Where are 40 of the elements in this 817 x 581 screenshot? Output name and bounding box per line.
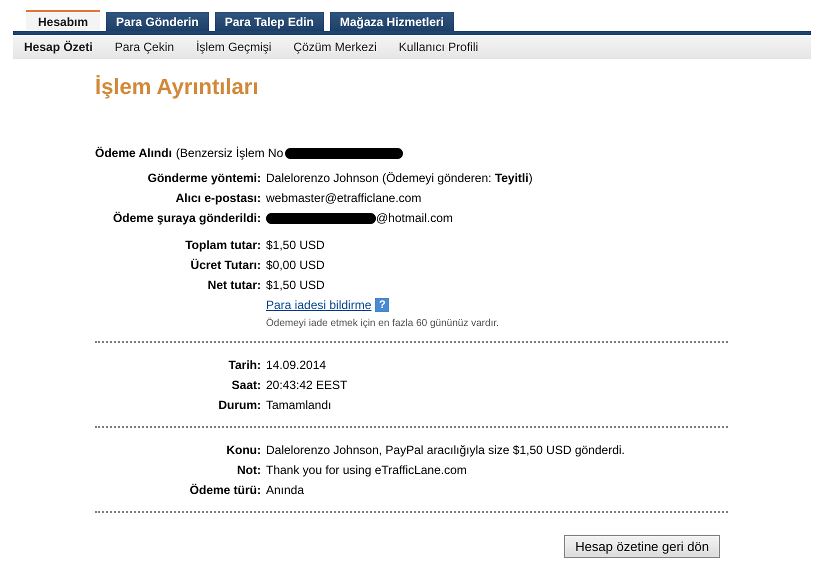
nav-tab[interactable]: Mağaza Hizmetleri [330,12,454,31]
field-value: Dalelorenzo Johnson, PayPal aracılığıyla size $1,50 USD gönderdi. [266,442,625,459]
field-label: Net tutar: [206,277,262,294]
field-value: Dalelorenzo Johnson (Ödemeyi gönderen: Teyitli) [266,170,533,187]
subnav-link[interactable]: Para Çekin [104,40,186,54]
subnav-link[interactable]: İşlem Geçmişi [185,40,282,54]
nav-tab[interactable]: Hesabım [26,10,100,31]
help-icon[interactable]: ? [375,298,390,312]
field-value: 20:43:42 EEST [266,377,348,394]
field-value: 14.09.2014 [266,357,326,374]
field-label: Not: [236,462,262,479]
field-label: Alıcı e-postası: [174,190,262,207]
field-label: Ücret Tutarı: [190,257,262,274]
field-label: Toplam tutar: [184,237,262,254]
field-value: $1,50 USD [266,277,325,294]
field-label: Gönderme yöntemi: [146,170,262,187]
receipt-label: Ödeme Alındı [95,146,172,160]
receipt-text: (Benzersiz İşlem No [176,146,284,160]
field-label: Saat: [230,377,262,394]
nav-tab[interactable]: Para Talep Edin [214,12,324,31]
page-title: İşlem Ayrıntıları [95,74,260,100]
field-label: Tarih: [228,357,262,374]
field-label: Ödeme türü: [188,482,262,499]
field-value: Tamamlandı [266,397,332,414]
field-value: webmaster@etrafficlane.com [266,190,422,207]
field-label: Ödeme şuraya gönderildi: [112,210,262,227]
back-button[interactable]: Hesap özetine geri dön [564,535,720,558]
field-value: Anında [266,482,304,499]
refund-note: Ödemeyi iade etmek için en fazla 60 gününüz vardır. [266,318,500,329]
subnav-link[interactable]: Çözüm Merkezi [282,40,388,54]
field-value: $0,00 USD [266,257,325,274]
refund-link[interactable]: Para iadesi bildirme [266,298,372,312]
subnav-link[interactable]: Kullanıcı Profili [388,40,490,54]
nav-tab[interactable]: Para Gönderin [106,12,209,31]
field-value: Thank you for using eTrafficLane.com [266,462,467,479]
field-label: Durum: [217,397,262,414]
field-label: Konu: [225,442,262,459]
field-value: $1,50 USD [266,237,325,254]
field-value: @hotmail.com [376,210,453,227]
subnav-link[interactable]: Hesap Özeti [13,40,104,54]
